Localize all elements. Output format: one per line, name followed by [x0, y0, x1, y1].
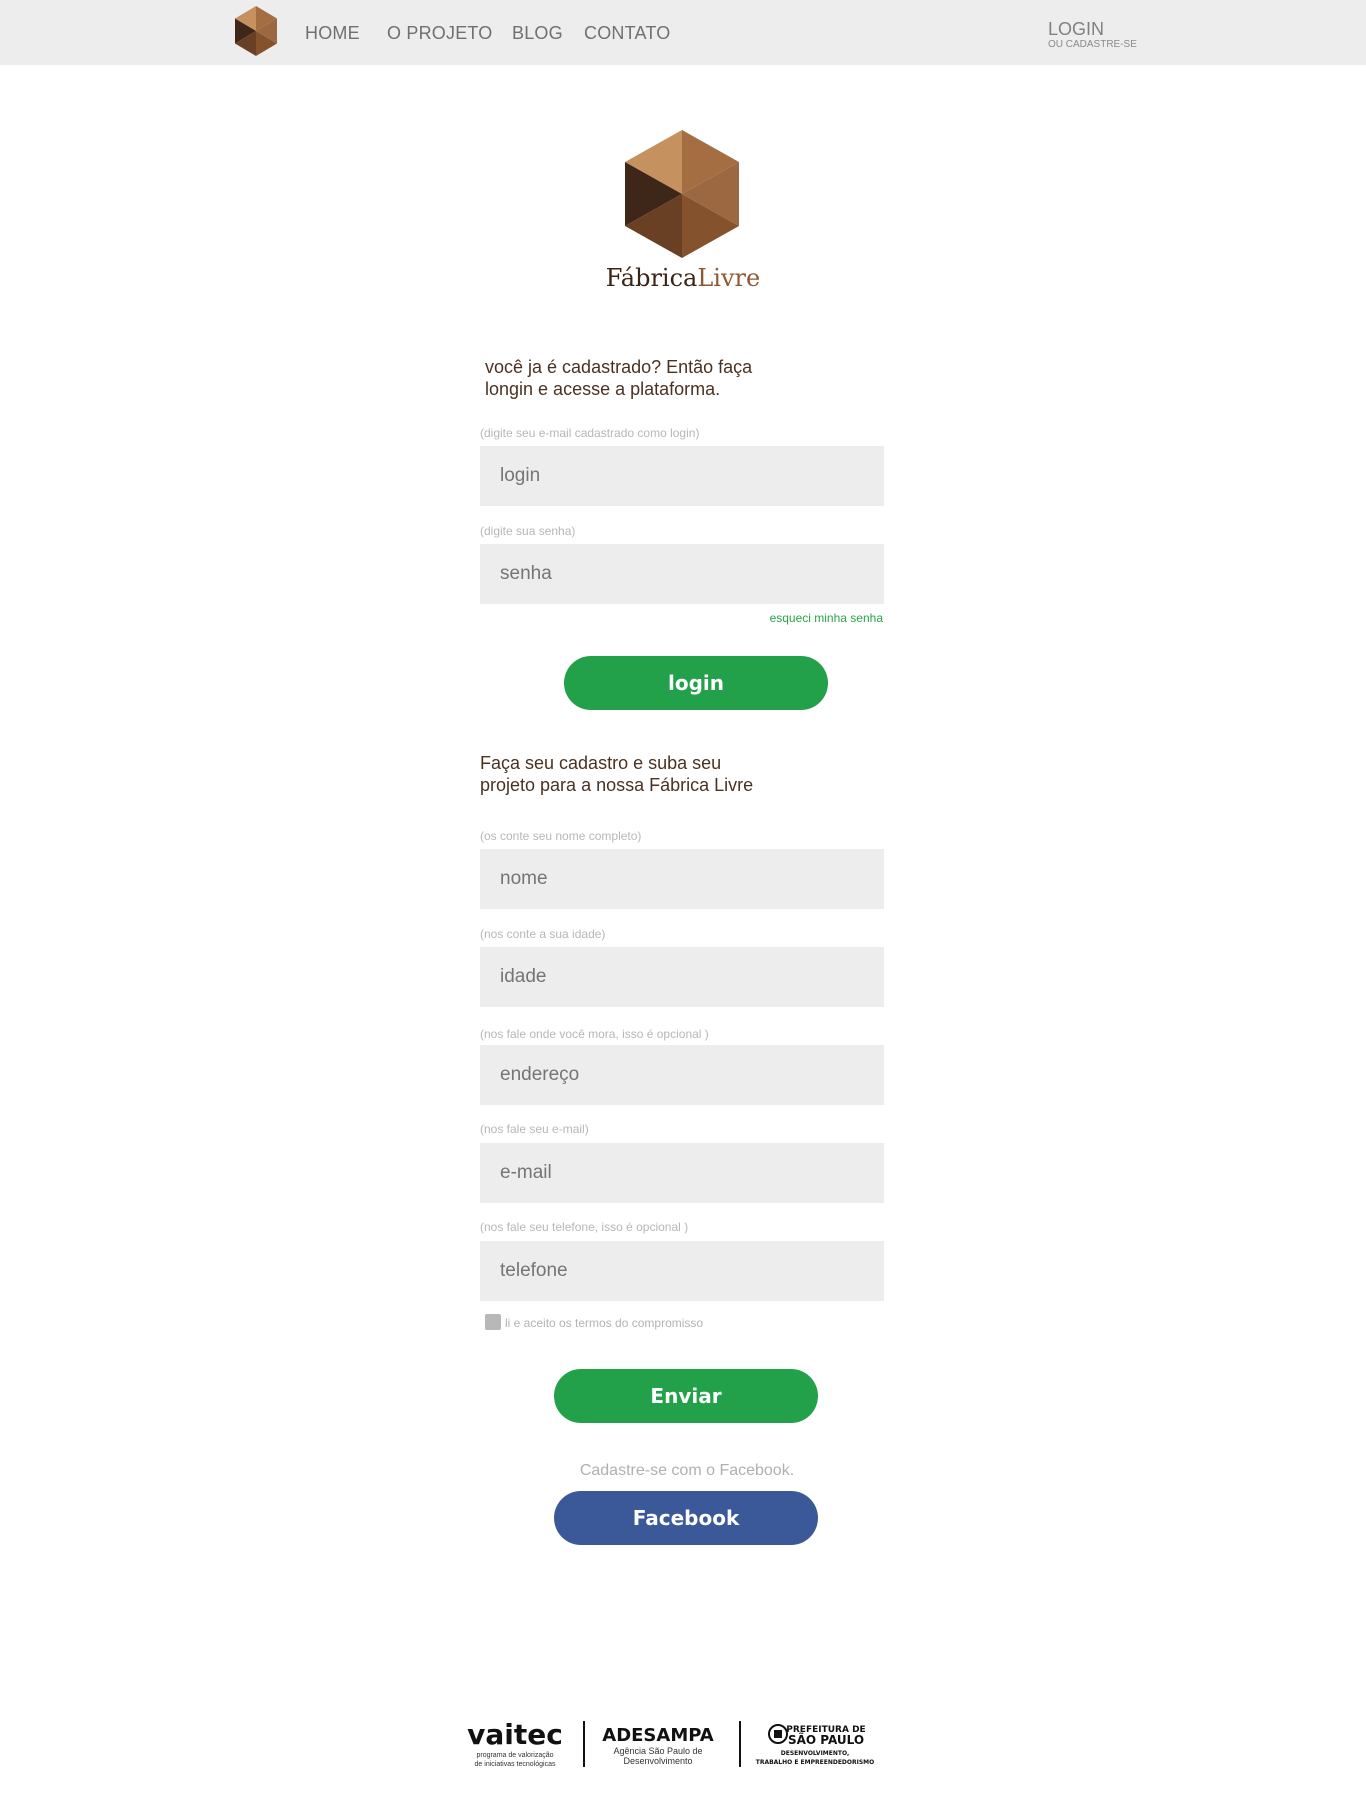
signup-intro-text: Faça seu cadastro e suba seu projeto par…: [480, 752, 753, 796]
brand-name-fabrica: Fábrica: [605, 264, 698, 292]
brand-name-livre: Livre: [697, 264, 761, 292]
name-input[interactable]: [480, 849, 884, 909]
sponsor-logos: vaitec programa de valorização de inicia…: [467, 1718, 875, 1768]
prefeitura-line-3: DESENVOLVIMENTO,: [781, 1750, 849, 1757]
adesampa-sub-1: Agência São Paulo de: [613, 1746, 702, 1756]
signup-intro-line-2: projeto para a nossa Fábrica Livre: [480, 775, 754, 795]
fabrica-livre-hexagon-logo: [625, 130, 739, 258]
nav-home[interactable]: HOME: [305, 23, 360, 44]
adesampa-logo: ADESAMPA Agência São Paulo de Desenvolvi…: [602, 1725, 714, 1766]
phone-hint: (nos fale seu telefone, isso é opcional …: [480, 1220, 689, 1234]
age-hint: (nos conte a sua idade): [480, 927, 606, 941]
phone-input[interactable]: [480, 1241, 884, 1301]
vaitec-sub-2: de iniciativas tecnológicas: [475, 1761, 556, 1768]
prefeitura-line-2: SÃO PAULO: [788, 1732, 864, 1747]
footer-divider-2: [739, 1721, 741, 1767]
terms-checkbox[interactable]: [485, 1314, 501, 1330]
vaitec-sub-1: programa de valorização: [476, 1752, 553, 1759]
login-intro-line-2: longin e acesse a plataforma.: [485, 379, 721, 399]
prefeitura-line-4: TRABALHO E EMPREENDEDORISMO: [756, 1759, 875, 1766]
vaitec-wordmark: vaitec: [467, 1718, 563, 1751]
address-hint: (nos fale onde você mora, isso é opciona…: [480, 1027, 709, 1041]
signup-intro-line-1: Faça seu cadastro e suba seu: [480, 753, 722, 773]
login-intro-line-1: você ja é cadastrado? Então faça: [485, 357, 753, 377]
login-intro-text: você ja é cadastrado? Então faça longin …: [485, 356, 752, 400]
top-nav-bar: HOME O PROJETO BLOG CONTATO LOGIN OU CAD…: [0, 0, 1366, 65]
adesampa-wordmark: ADESAMPA: [602, 1725, 714, 1746]
fabrica-livre-logo-icon[interactable]: [233, 5, 279, 57]
vaitec-logo: vaitec programa de valorização de inicia…: [467, 1718, 563, 1768]
login-button[interactable]: login: [564, 656, 828, 710]
facebook-caption: Cadastre-se com o Facebook.: [579, 1462, 795, 1479]
submit-button[interactable]: Enviar: [554, 1369, 818, 1423]
nav-login-link[interactable]: LOGIN: [1048, 19, 1104, 40]
terms-label[interactable]: li e aceito os termos do compromisso: [505, 1316, 703, 1330]
adesampa-sub-2: Desenvolvimento: [623, 1756, 692, 1766]
password-input[interactable]: [480, 544, 884, 604]
brand-wordmark: FábricaLivre: [560, 264, 806, 292]
name-hint: (os conte seu nome completo): [480, 829, 642, 843]
email-hint: (nos fale seu e-mail): [480, 1122, 589, 1136]
facebook-button[interactable]: Facebook: [554, 1491, 818, 1545]
nav-o-projeto[interactable]: O PROJETO: [387, 23, 493, 44]
forgot-password-link[interactable]: esqueci minha senha: [700, 611, 883, 625]
prefeitura-sp-logo: PREFEITURA DE SÃO PAULO DESENVOLVIMENTO,…: [756, 1724, 875, 1766]
nav-contato[interactable]: CONTATO: [584, 23, 670, 44]
email-input[interactable]: [480, 1143, 884, 1203]
nav-signup-link[interactable]: OU CADASTRE-SE: [1048, 39, 1137, 50]
age-input[interactable]: [480, 947, 884, 1007]
address-input[interactable]: [480, 1045, 884, 1105]
login-hint: (digite seu e-mail cadastrado como login…: [480, 426, 700, 440]
footer-divider-1: [583, 1721, 585, 1767]
password-hint: (digite sua senha): [480, 524, 576, 538]
nav-blog[interactable]: BLOG: [512, 23, 563, 44]
login-input[interactable]: [480, 446, 884, 506]
